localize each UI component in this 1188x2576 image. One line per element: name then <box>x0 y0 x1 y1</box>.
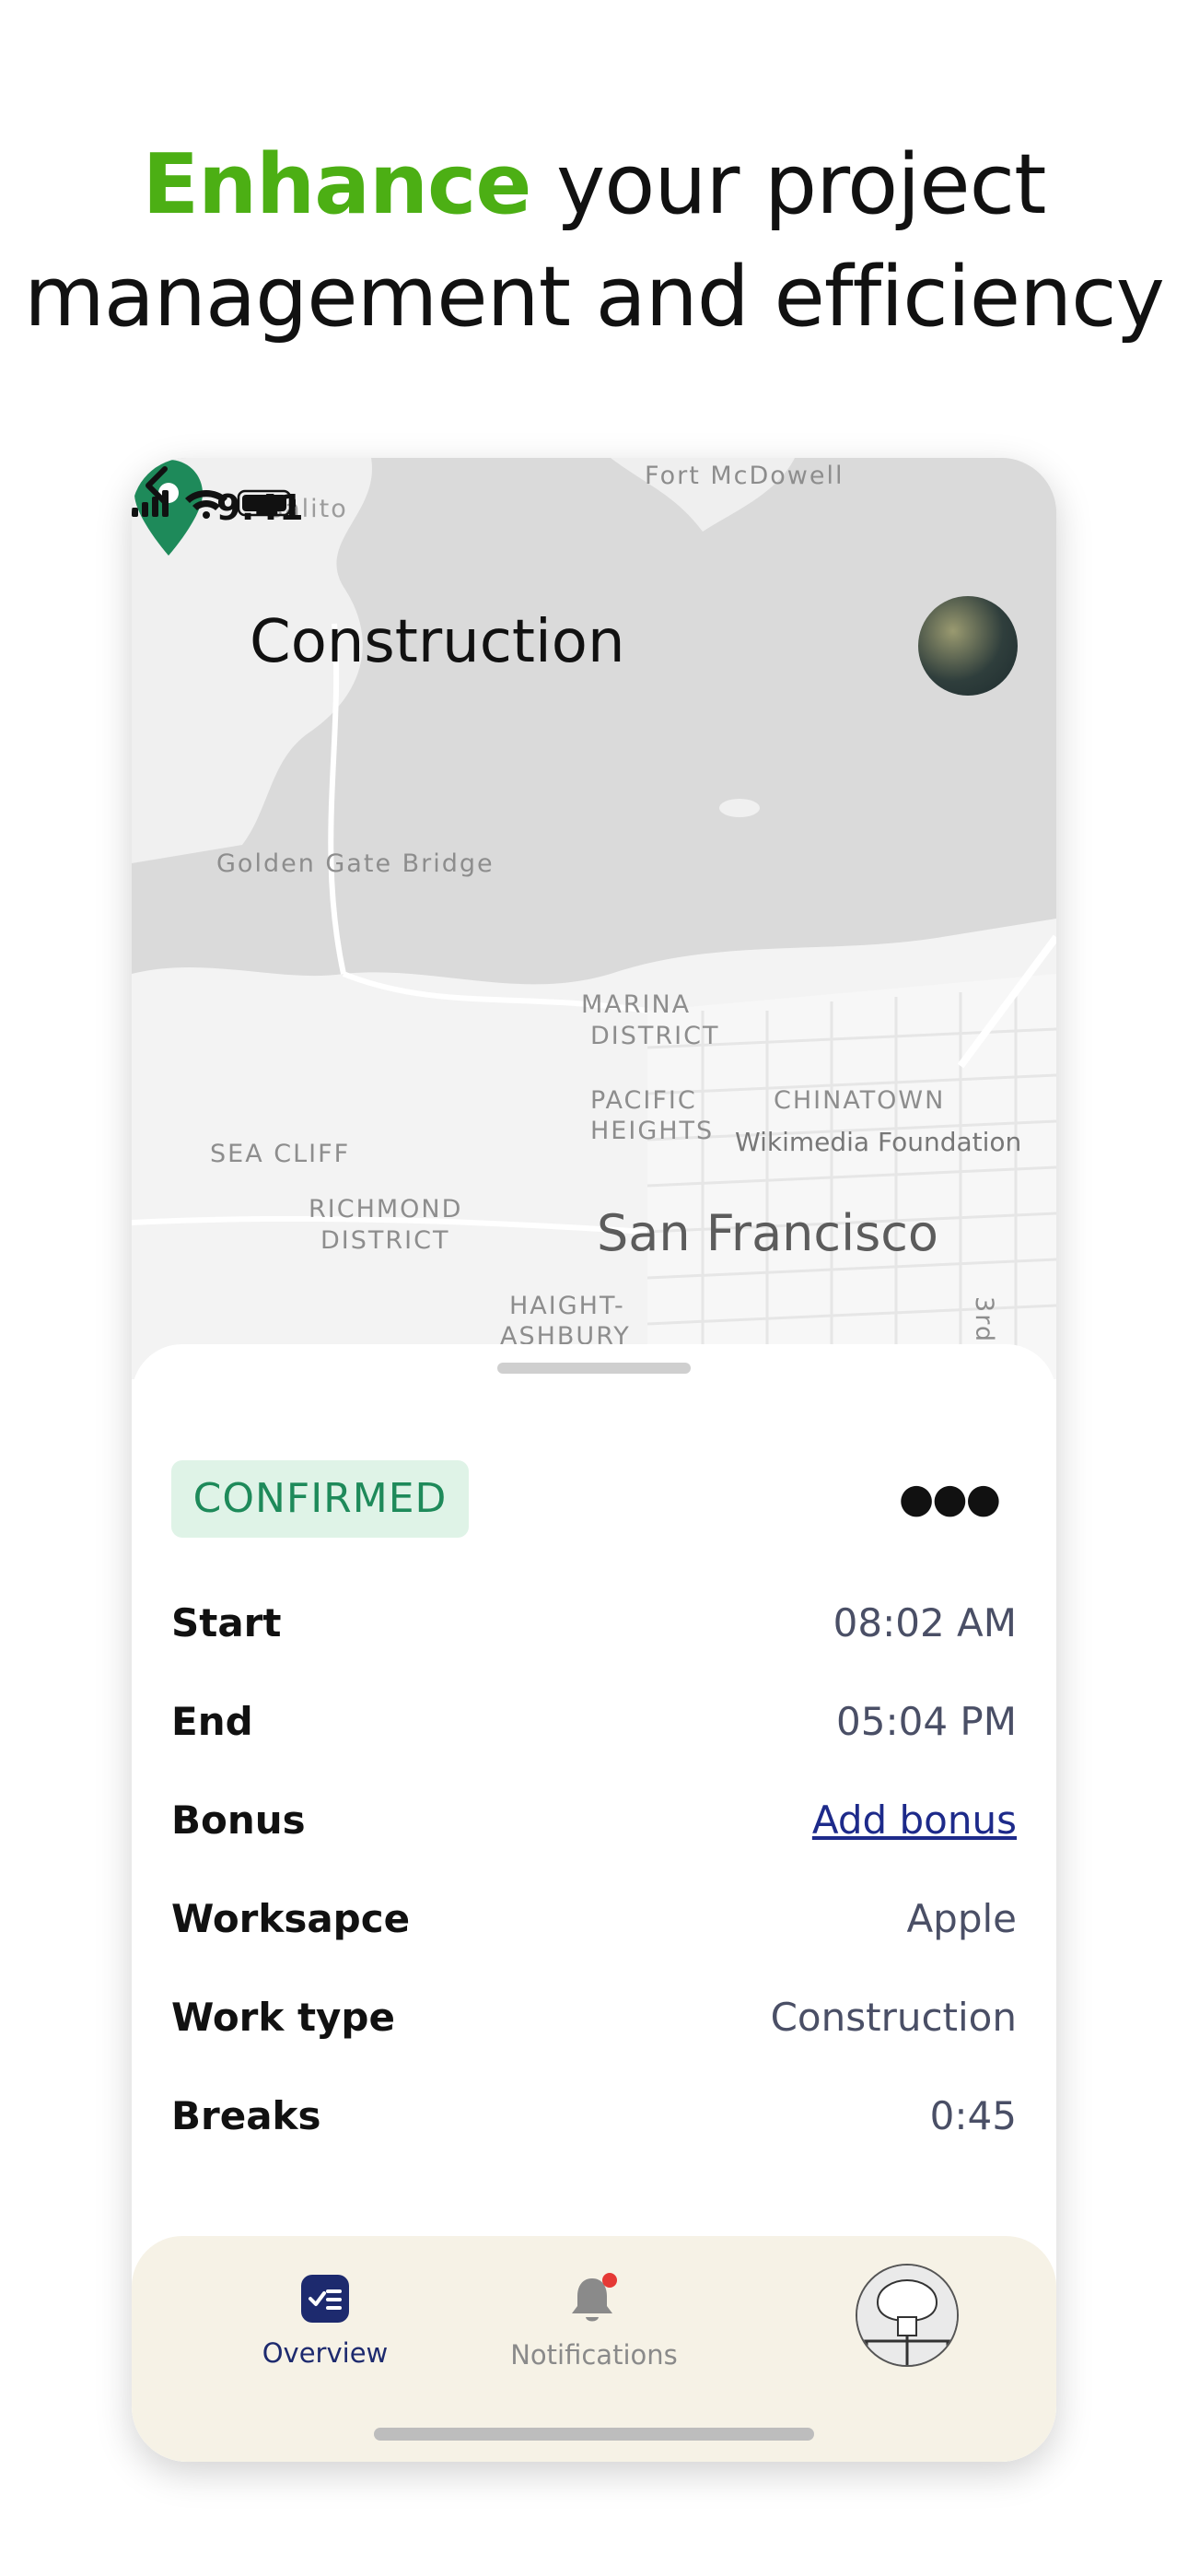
map-label-ggb: Golden Gate Bridge <box>216 849 495 878</box>
project-avatar[interactable] <box>918 596 1018 696</box>
detail-label: Bonus <box>171 1797 306 1843</box>
map-label-fort: Fort McDowell <box>645 462 844 490</box>
detail-row-work-type: Work type Construction <box>171 1985 1017 2084</box>
map-label-pacific: PACIFIC <box>590 1086 697 1115</box>
page-title: Construction <box>250 608 625 676</box>
map-label-san-francisco: San Francisco <box>597 1204 938 1262</box>
tab-notifications[interactable]: Notifications <box>502 2273 686 2371</box>
more-options-icon[interactable]: ●●● <box>899 1475 1001 1522</box>
headline-line2: management and efficiency <box>24 249 1165 345</box>
details-list: Start 08:02 AM End 05:04 PM Bonus Add bo… <box>171 1591 1017 2183</box>
map-label-chinatown: CHINATOWN <box>774 1086 946 1115</box>
detail-label: End <box>171 1699 253 1744</box>
detail-value: Apple <box>906 1896 1017 1941</box>
status-badge: CONFIRMED <box>171 1460 469 1538</box>
detail-value: 05:04 PM <box>836 1699 1017 1744</box>
wifi-icon <box>185 490 227 519</box>
detail-value: Construction <box>770 1995 1017 2040</box>
notification-dot <box>602 2273 617 2288</box>
map-label-wikimedia: Wikimedia Foundation <box>735 1127 1022 1157</box>
map-label-district-2: DISTRICT <box>320 1226 450 1255</box>
detail-row-bonus: Bonus Add bonus <box>171 1788 1017 1887</box>
map-label-richmond: RICHMOND <box>309 1195 463 1224</box>
status-bar: 9:41 <box>132 487 1056 533</box>
map-label-heights: HEIGHTS <box>590 1117 715 1145</box>
back-chevron-icon[interactable] <box>132 458 187 513</box>
detail-label: Worksapce <box>171 1896 411 1941</box>
headline-line1: your project <box>556 136 1046 233</box>
map-label-district-1: DISTRICT <box>590 1022 720 1050</box>
overview-icon <box>301 2275 349 2323</box>
headline: Enhance your project management and effi… <box>0 129 1188 354</box>
detail-label: Breaks <box>171 2093 321 2138</box>
headline-accent: Enhance <box>142 136 532 233</box>
map-view[interactable]: salito Fort McDowell Golden Gate Bridge … <box>132 458 1056 1379</box>
phone-screen: salito Fort McDowell Golden Gate Bridge … <box>132 458 1056 2462</box>
map-label-seacliff: SEA CLIFF <box>210 1140 351 1168</box>
detail-label: Work type <box>171 1995 395 2040</box>
detail-value: 0:45 <box>929 2093 1017 2138</box>
map-label-marina: MARINA <box>581 990 692 1019</box>
battery-icon <box>237 489 296 517</box>
tab-notifications-label: Notifications <box>510 2339 678 2371</box>
map-label-haight: HAIGHT- <box>509 1292 625 1320</box>
profile-avatar-image <box>857 2266 957 2365</box>
detail-row-breaks: Breaks 0:45 <box>171 2084 1017 2183</box>
profile-avatar-tab[interactable] <box>856 2264 959 2367</box>
map-label-3rd: 3rd <box>969 1296 998 1343</box>
sheet-drag-handle[interactable] <box>497 1363 691 1374</box>
add-bonus-link[interactable]: Add bonus <box>812 1797 1017 1843</box>
tab-bar: Overview Notifications <box>132 2236 1056 2462</box>
detail-label: Start <box>171 1600 282 1645</box>
tab-overview-label: Overview <box>262 2337 389 2369</box>
detail-row-start: Start 08:02 AM <box>171 1591 1017 1690</box>
home-indicator <box>374 2428 814 2441</box>
bell-icon <box>572 2273 617 2322</box>
detail-value: 08:02 AM <box>833 1600 1017 1645</box>
detail-row-end: End 05:04 PM <box>171 1690 1017 1788</box>
detail-row-workspace: Worksapce Apple <box>171 1887 1017 1985</box>
tab-overview[interactable]: Overview <box>233 2273 417 2369</box>
